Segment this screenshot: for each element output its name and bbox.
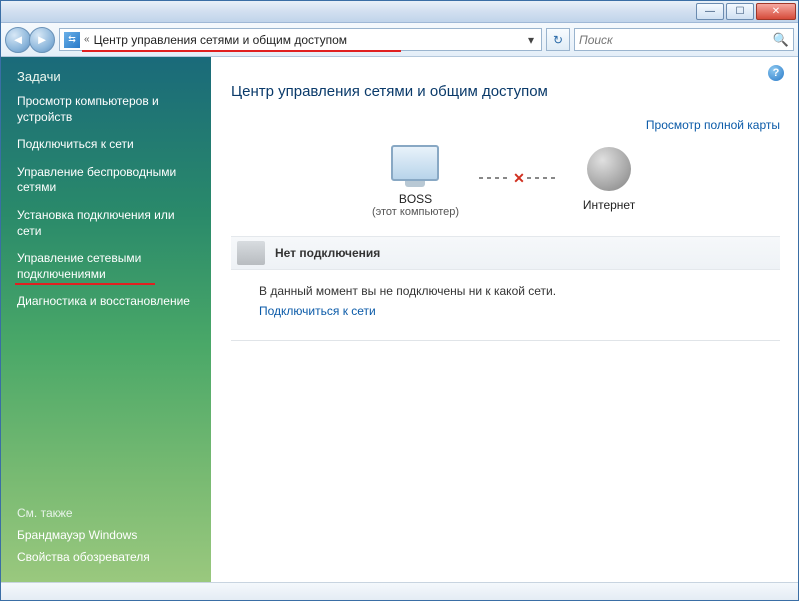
help-button[interactable]: ? (768, 65, 784, 81)
search-icon[interactable]: 🔍 (773, 32, 789, 48)
statusbar (1, 582, 798, 600)
forward-button[interactable]: ► (29, 27, 55, 53)
back-button[interactable]: ◄ (5, 27, 31, 53)
connection-status-title: Нет подключения (275, 246, 380, 260)
node-pc-label: BOSS (372, 192, 459, 206)
window: — ☐ ✕ ◄ ► ⇆ « Центр управления сетями и … (0, 0, 799, 601)
refresh-icon: ↻ (553, 33, 563, 47)
sidebar-task-diagnose-repair[interactable]: Диагностика и восстановление (17, 294, 197, 310)
address-text: Центр управления сетями и общим доступом (94, 33, 523, 47)
connect-to-network-link[interactable]: Подключиться к сети (259, 304, 780, 318)
sidebar-task-manage-connections[interactable]: Управление сетевыми подключениями (17, 251, 197, 282)
sidebar-task-setup-connection[interactable]: Установка подключения или сети (17, 208, 197, 239)
disconnected-icon: ✕ (511, 170, 527, 186)
search-bar[interactable]: 🔍 (574, 28, 794, 51)
connection-status-row: Нет подключения (231, 236, 780, 270)
refresh-button[interactable]: ↻ (546, 28, 570, 51)
navbar: ◄ ► ⇆ « Центр управления сетями и общим … (1, 23, 798, 57)
node-internet: Интернет (579, 144, 639, 212)
search-input[interactable] (579, 33, 773, 47)
annotation-underline (82, 50, 401, 52)
computer-icon (391, 145, 439, 181)
address-bar[interactable]: ⇆ « Центр управления сетями и общим дост… (59, 28, 542, 51)
sidebar: Задачи Просмотр компьютеров и устройств … (1, 57, 211, 582)
see-also-header: См. также (17, 506, 197, 520)
tasks-header: Задачи (17, 69, 197, 84)
node-pc-sublabel: (этот компьютер) (372, 206, 459, 218)
minimize-button[interactable]: — (696, 3, 724, 20)
address-dropdown-icon[interactable]: ▾ (523, 33, 539, 47)
globe-icon (587, 147, 631, 191)
sidebar-link-internet-options[interactable]: Свойства обозревателя (17, 550, 197, 564)
maximize-button[interactable]: ☐ (726, 3, 754, 20)
sidebar-link-firewall[interactable]: Брандмауэр Windows (17, 528, 197, 542)
close-icon: ✕ (772, 6, 780, 17)
network-status-icon (237, 241, 265, 265)
sidebar-spacer (17, 322, 197, 506)
forward-icon: ► (36, 32, 49, 47)
status-message: В данный момент вы не подключены ни к ка… (259, 284, 780, 298)
back-icon: ◄ (12, 32, 25, 47)
titlebar: — ☐ ✕ (1, 1, 798, 23)
main-content: ? Центр управления сетями и общим доступ… (211, 57, 798, 582)
sidebar-task-view-computers[interactable]: Просмотр компьютеров и устройств (17, 94, 197, 125)
sidebar-task-connect-network[interactable]: Подключиться к сети (17, 137, 197, 153)
node-internet-label: Интернет (579, 198, 639, 212)
sidebar-task-manage-wireless[interactable]: Управление беспроводными сетями (17, 165, 197, 196)
connection-line: ✕ (479, 177, 559, 179)
breadcrumb-chevron-icon: « (84, 34, 90, 45)
network-map: BOSS (этот компьютер) ✕ Интернет (231, 138, 780, 218)
page-title: Центр управления сетями и общим доступом (231, 83, 780, 100)
help-icon: ? (773, 67, 780, 79)
maximize-icon: ☐ (736, 6, 745, 17)
close-button[interactable]: ✕ (756, 3, 796, 20)
minimize-icon: — (705, 6, 715, 17)
body: Задачи Просмотр компьютеров и устройств … (1, 57, 798, 582)
network-center-icon: ⇆ (64, 32, 80, 48)
divider (231, 340, 780, 341)
nav-buttons: ◄ ► (5, 27, 55, 53)
node-this-computer: BOSS (этот компьютер) (372, 138, 459, 218)
view-full-map-link[interactable]: Просмотр полной карты (231, 118, 780, 132)
